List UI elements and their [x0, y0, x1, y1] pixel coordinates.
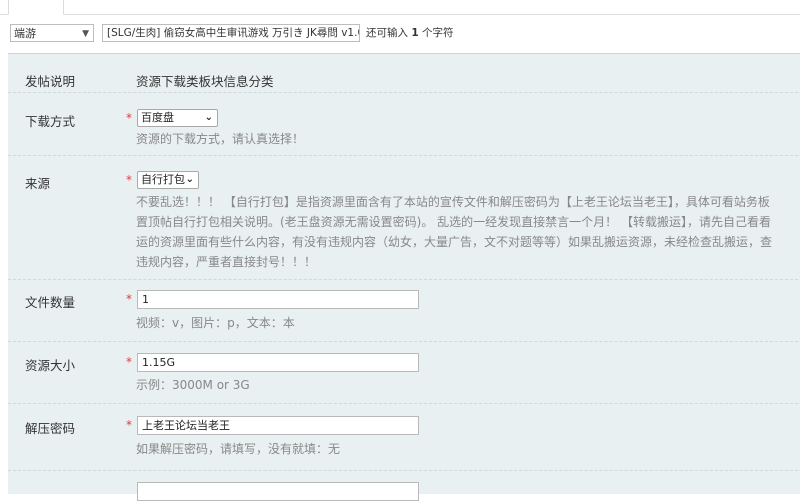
chevron-down-icon: ⌄ [185, 174, 194, 185]
password-input[interactable]: 上老王论坛当老王 [137, 416, 419, 435]
required-mark: * [126, 111, 132, 125]
file-count-hint: 视频：v，图片：p，文本：本 [136, 316, 295, 330]
source-hint-line: 运的资源里面有些什么内容，有没有违规内容（幼女，大量广告，文不对题等等）如果乱搬… [136, 235, 773, 249]
row-intro: 发帖说明 资源下载类板块信息分类 [8, 54, 800, 93]
download-method-select[interactable]: 百度盘 ⌄ [137, 109, 218, 127]
row-size: 资源大小 * 1.15G 示例：3000M or 3G [8, 342, 800, 404]
thread-type-value: 端游 [14, 27, 36, 40]
chevron-down-icon: ⌄ [204, 112, 213, 123]
required-mark: * [126, 355, 132, 369]
active-tab[interactable] [8, 0, 64, 15]
password-hint: 如果解压密码，请填写，没有就填：无 [136, 442, 341, 456]
source-value: 自行打包 [141, 173, 185, 186]
download-method-value: 百度盘 [141, 111, 174, 124]
intro-label: 发帖说明 [25, 74, 76, 89]
remaining-count: 1 [411, 27, 419, 39]
editor-tab-strip [0, 0, 800, 15]
remaining-prefix: 还可输入 [366, 27, 408, 39]
title-row: 端游 ▼ [SLG/生肉] 偷窃女高中生审讯游戏 万引き JK尋問 v1.0.0… [0, 24, 800, 44]
source-label: 来源 [25, 176, 51, 191]
size-input[interactable]: 1.15G [137, 353, 419, 372]
row-download: 下载方式 * 百度盘 ⌄ 资源的下载方式，请认真选择！ [8, 93, 800, 156]
source-hint-line: 不要乱选！！！ 【自行打包】是指资源里面含有了本站的宣传文件和解压密码为【上老王… [136, 195, 770, 209]
thread-info-form: 发帖说明 资源下载类板块信息分类 下载方式 * 百度盘 ⌄ 资源的下载方式，请认… [8, 53, 800, 501]
size-label: 资源大小 [25, 358, 76, 373]
download-hint: 资源的下载方式，请认真选择！ [136, 132, 305, 146]
source-select[interactable]: 自行打包 ⌄ [137, 171, 199, 189]
source-hint-line: 置顶帖自行打包相关说明。(老王盘资源无需设置密码)。 乱选的一经发现直接禁言一个… [136, 215, 771, 229]
required-mark: * [126, 292, 132, 306]
thread-type-select[interactable]: 端游 ▼ [10, 24, 94, 42]
chevron-down-icon: ▼ [82, 29, 89, 39]
password-label: 解压密码 [25, 421, 76, 436]
file-count-input[interactable]: 1 [137, 290, 419, 309]
remaining-suffix: 个字符 [422, 27, 454, 39]
row-file-count: 文件数量 * 1 视频：v，图片：p，文本：本 [8, 280, 800, 342]
next-field-input[interactable] [137, 482, 419, 501]
size-hint: 示例：3000M or 3G [136, 378, 250, 392]
source-hint-line: 违规内容，严重者直接封号！！！ [136, 255, 317, 269]
intro-text: 资源下载类板块信息分类 [136, 74, 274, 89]
row-password: 解压密码 * 上老王论坛当老王 如果解压密码，请填写，没有就填：无 [8, 404, 800, 471]
required-mark: * [126, 418, 132, 432]
thread-title-input[interactable]: [SLG/生肉] 偷窃女高中生审讯游戏 万引き JK尋問 v1.0.0 [102, 24, 360, 42]
remaining-chars-text: 还可输入 1 个字符 [366, 25, 454, 41]
required-mark: * [126, 173, 132, 187]
file-count-label: 文件数量 [25, 295, 76, 310]
row-source: 来源 * 自行打包 ⌄ 不要乱选！！！ 【自行打包】是指资源里面含有了本站的宣传… [8, 156, 800, 280]
download-label: 下载方式 [25, 114, 76, 129]
